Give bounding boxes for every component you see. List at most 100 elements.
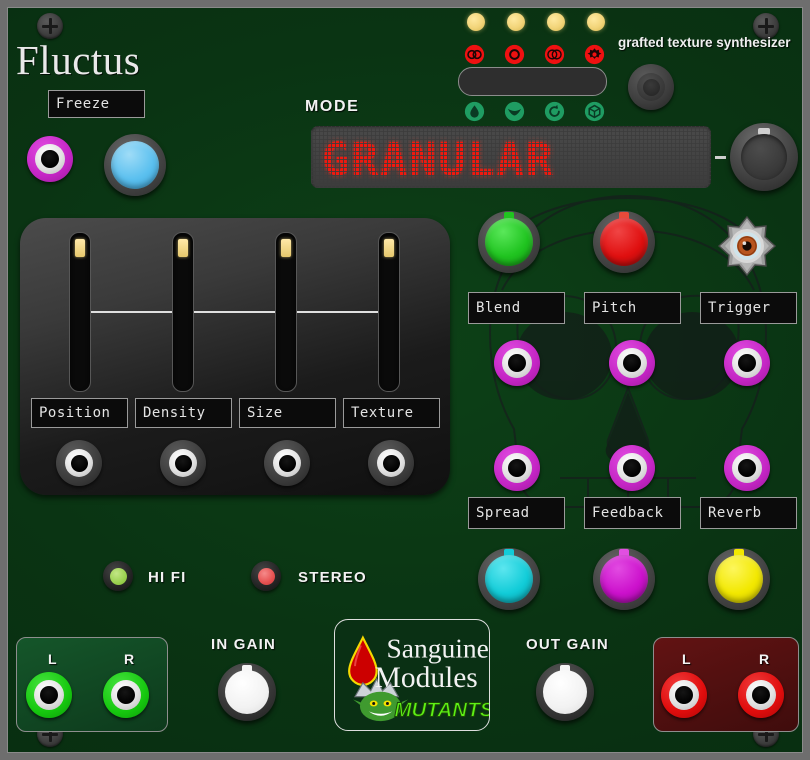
- magenta-knob[interactable]: [593, 548, 655, 610]
- stereo-led[interactable]: [251, 561, 281, 591]
- input-jack-right[interactable]: [103, 672, 149, 718]
- jack-hole: [623, 459, 641, 477]
- in-gain-knob[interactable]: [218, 663, 276, 721]
- freeze-button-cap: [111, 141, 159, 189]
- jack-ring: [617, 348, 647, 378]
- logo-line1: Sanguine: [386, 632, 488, 663]
- logo-badge: MUTANTS: [394, 698, 489, 721]
- input-left-label: L: [48, 651, 57, 667]
- jack-hole: [752, 686, 770, 704]
- display-value-text: GRANULAR: [322, 133, 555, 186]
- button-center: [642, 78, 660, 96]
- slider-track-density[interactable]: [172, 232, 194, 392]
- cyan-knob-cap: [485, 555, 533, 603]
- jack-density-cv[interactable]: [160, 440, 206, 486]
- hifi-led[interactable]: [103, 561, 133, 591]
- eyeball-icon[interactable]: [716, 215, 778, 277]
- trigger-label: Trigger: [700, 292, 797, 324]
- jack-feedback-cv[interactable]: [609, 445, 655, 491]
- brand-title: Fluctus: [16, 37, 141, 83]
- jack-hole: [41, 150, 59, 168]
- slider-label-position: Position: [31, 398, 128, 428]
- hifi-label: HI FI: [148, 569, 187, 586]
- jack-hole: [738, 459, 756, 477]
- slider-track-size[interactable]: [275, 232, 297, 392]
- blend-button[interactable]: [478, 211, 540, 273]
- output-jack-left[interactable]: [661, 672, 707, 718]
- slider-handle-texture[interactable]: [384, 239, 394, 257]
- gear-circle-icon: [584, 44, 605, 65]
- jack-hole: [508, 459, 526, 477]
- freeze-label: Freeze: [48, 90, 145, 118]
- jack-blend-cv[interactable]: [494, 340, 540, 386]
- freeze-cv-jack[interactable]: [27, 136, 73, 182]
- in-gain-label: IN GAIN: [211, 636, 277, 653]
- led-indicator-3: [547, 13, 565, 31]
- slider-handle-size[interactable]: [281, 239, 291, 257]
- jack-ring: [732, 453, 762, 483]
- slider-module: Position Density Size Texture: [20, 218, 450, 495]
- slider-track-texture[interactable]: [378, 232, 400, 392]
- jack-position-cv[interactable]: [56, 440, 102, 486]
- pitch-button[interactable]: [593, 211, 655, 273]
- module-panel: Fluctus grafted texture synthesizer Free…: [7, 7, 803, 753]
- slider-guide-line-2: [194, 311, 275, 313]
- blend-label: Blend: [468, 292, 565, 324]
- jack-ring: [502, 348, 532, 378]
- jack-hole: [70, 454, 88, 472]
- tagline-text: grafted texture synthesizer: [618, 35, 791, 50]
- rotate-icon: [544, 101, 565, 122]
- display-connector: [715, 156, 726, 159]
- led-indicator-1: [467, 13, 485, 31]
- feedback-label: Feedback: [584, 497, 681, 529]
- slider-label-texture: Texture: [343, 398, 440, 428]
- encoder-cap: [741, 134, 787, 180]
- yellow-knob[interactable]: [708, 548, 770, 610]
- jack-ring: [617, 453, 647, 483]
- output-jack-right[interactable]: [738, 672, 784, 718]
- jack-trigger-cv[interactable]: [724, 340, 770, 386]
- led-indicator-2: [507, 13, 525, 31]
- jack-reverb-cv[interactable]: [724, 445, 770, 491]
- jack-ring: [35, 144, 65, 174]
- out-gain-cap: [543, 670, 587, 714]
- output-right-label: R: [759, 651, 770, 667]
- jack-pitch-cv[interactable]: [609, 340, 655, 386]
- circle-icon: [504, 44, 525, 65]
- brand-logo: Sanguine Modules MUTANTS: [334, 619, 490, 731]
- alien-eyes-icon: [504, 101, 525, 122]
- jack-ring: [111, 680, 141, 710]
- jack-hole: [278, 454, 296, 472]
- blend-button-cap: [485, 218, 533, 266]
- jack-spread-cv[interactable]: [494, 445, 540, 491]
- freeze-button[interactable]: [104, 134, 166, 196]
- jack-ring: [169, 449, 197, 477]
- yellow-knob-cap: [715, 555, 763, 603]
- jack-size-cv[interactable]: [264, 440, 310, 486]
- slider-handle-density[interactable]: [178, 239, 188, 257]
- out-gain-knob[interactable]: [536, 663, 594, 721]
- slider-track-position[interactable]: [69, 232, 91, 392]
- mode-reset-button[interactable]: [628, 64, 674, 110]
- slider-handle-position[interactable]: [75, 239, 85, 257]
- stereo-label: STEREO: [298, 569, 367, 586]
- stereo-led-dot: [257, 567, 275, 585]
- led-bar: [458, 67, 607, 96]
- jack-hole: [117, 686, 135, 704]
- overlap-circle-icon: [544, 44, 565, 65]
- button-ring: [637, 73, 665, 101]
- cyan-knob[interactable]: [478, 548, 540, 610]
- jack-hole: [675, 686, 693, 704]
- droplet-icon: [464, 101, 485, 122]
- jack-ring: [273, 449, 301, 477]
- pitch-label: Pitch: [584, 292, 681, 324]
- mode-display[interactable]: GRANULAR GRANULAR: [311, 126, 711, 188]
- jack-ring: [377, 449, 405, 477]
- jack-hole: [738, 354, 756, 372]
- mode-encoder-knob[interactable]: [730, 123, 798, 191]
- dual-circle-icon: [464, 44, 485, 65]
- jack-texture-cv[interactable]: [368, 440, 414, 486]
- jack-hole: [623, 354, 641, 372]
- mode-label: MODE: [305, 98, 360, 115]
- input-jack-left[interactable]: [26, 672, 72, 718]
